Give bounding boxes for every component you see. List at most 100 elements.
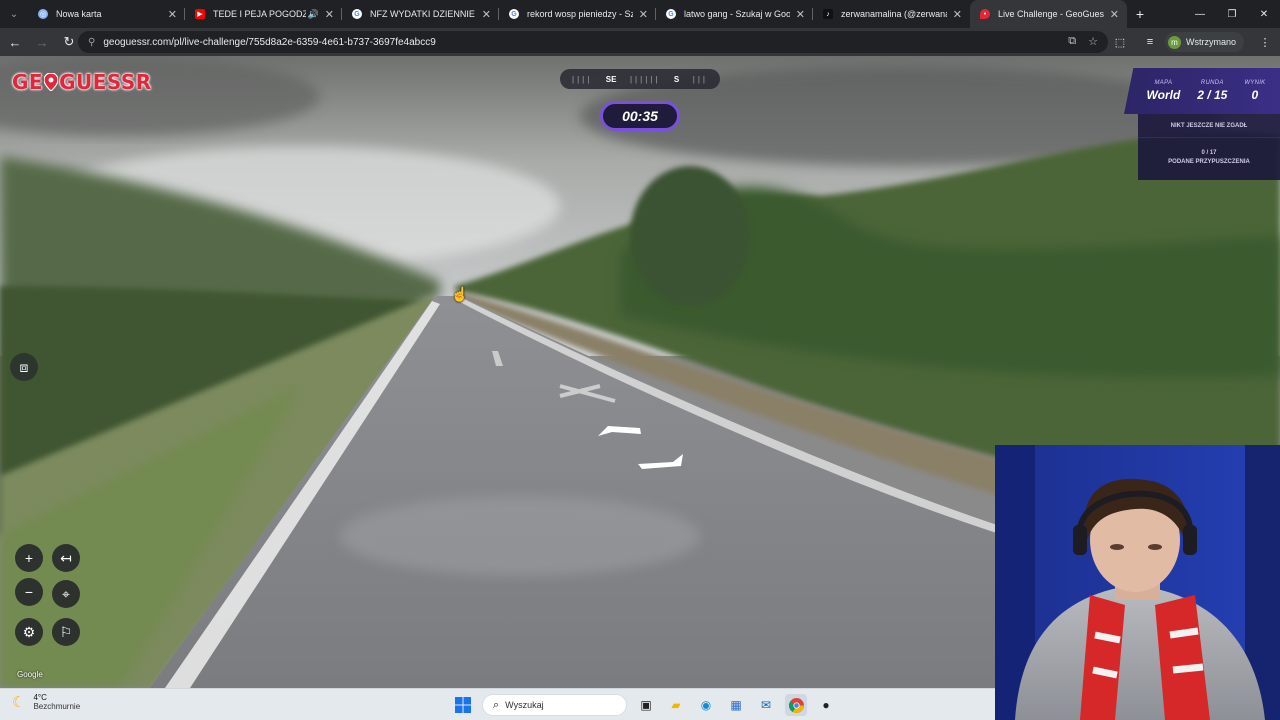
new-tab-icon[interactable]: + (1127, 6, 1153, 22)
weather-widget[interactable]: ☾ 4°C Bezchmurnie (12, 693, 80, 711)
zoom-out-button[interactable]: − (15, 578, 43, 606)
search-placeholder: Wyszukaj (505, 700, 544, 710)
moon-icon: ☾ (12, 694, 26, 711)
tab-nfz[interactable]: G NFZ WYDATKI DZIENNIE - Szuk ✕ (342, 0, 499, 28)
streaming-app-icon[interactable]: ● (815, 694, 837, 716)
tab-close-icon[interactable]: ✕ (639, 8, 648, 21)
taskbar-apps: ⌕ Wyszukaj ▣ ▰ ◉ ▦ ✉ ● (452, 694, 837, 716)
google-icon: G (666, 9, 676, 19)
speaker-icon[interactable]: 🔊 (308, 9, 319, 20)
outlook-icon[interactable]: ✉ (755, 694, 777, 716)
bookmark-star-icon[interactable]: ☆ (1088, 35, 1098, 48)
tab-title: rekord wosp pieniedzy - Szukaj (527, 9, 633, 19)
map-value: World (1146, 88, 1181, 102)
undo-move-icon[interactable]: ↤ (52, 544, 80, 572)
flag-icon[interactable]: ⚐ (52, 618, 80, 646)
guesses-counter: 0 / 17 PODANE PRZYPUSZCZENIA (1138, 138, 1280, 180)
window-controls: — ❐ ✕ (1184, 0, 1280, 28)
weather-desc: Bezchmurnie (33, 702, 81, 711)
game-status-panel: MAPA World RUNDA 2 / 15 WYNIK 0 NIKT JES… (1124, 68, 1280, 180)
address-bar[interactable]: ⚲ geoguessr.com/pl/live-challenge/755d8a… (78, 31, 1108, 53)
tab-title: NFZ WYDATKI DZIENNIE - Szuk (370, 9, 476, 19)
compass-bar: |||| SE |||||| S ||| (560, 69, 720, 89)
tab-rekord-wosp[interactable]: G rekord wosp pieniedzy - Szukaj ✕ (499, 0, 656, 28)
extensions-icon[interactable]: ⬚ (1105, 36, 1135, 49)
tab-title: Live Challenge - GeoGuessr (998, 9, 1104, 19)
tab-close-icon[interactable]: ✕ (953, 8, 962, 21)
tab-tiktok[interactable]: ♪ zerwanamalina (@zerwanamali ✕ (813, 0, 970, 28)
browser-tab-strip: ⌄ ◎ Nowa karta ✕ ▶ TEDE I PEJA POGODZENI… (0, 0, 1280, 28)
tab-search-icon[interactable]: ⌄ (0, 0, 28, 28)
tab-close-icon[interactable]: ✕ (796, 8, 805, 21)
chrome-icon[interactable] (785, 694, 807, 716)
tab-latwo-gang[interactable]: G latwo gang - Szukaj w Google ✕ (656, 0, 813, 28)
round-value: 2 / 15 (1197, 88, 1228, 102)
windows-start-icon[interactable] (452, 694, 474, 716)
site-info-icon[interactable]: ⚲ (88, 37, 95, 48)
score-label: WYNIK (1244, 80, 1266, 86)
settings-gear-icon[interactable]: ⚙ (15, 618, 43, 646)
map-stat: MAPA World (1147, 80, 1181, 102)
hand-cursor-icon: ☝ (451, 286, 469, 302)
tab-nowa-karta[interactable]: ◎ Nowa karta ✕ (28, 0, 185, 28)
weather-temp: 4°C (33, 693, 47, 702)
tab-close-icon[interactable]: ✕ (1110, 8, 1119, 21)
avatar: m (1167, 35, 1181, 49)
tab-close-icon[interactable]: ✕ (482, 8, 491, 21)
google-icon: G (352, 9, 362, 19)
tab-live-challenge[interactable]: • Live Challenge - GeoGuessr ✕ (970, 0, 1127, 28)
url-text: geoguessr.com/pl/live-challenge/755d8a2e… (103, 36, 436, 48)
score-stat: WYNIK 0 (1244, 80, 1265, 102)
map-label: MAPA (1154, 80, 1173, 86)
round-stat: RUNDA 2 / 15 (1197, 80, 1227, 102)
geoguessr-logo[interactable]: GE GUESSR (12, 70, 152, 94)
file-explorer-icon[interactable]: ▰ (665, 694, 687, 716)
edge-icon[interactable]: ◉ (695, 694, 717, 716)
compass-heading-s: S (673, 74, 680, 84)
compass-heading-se: SE (605, 74, 617, 84)
tab-youtube[interactable]: ▶ TEDE I PEJA POGODZENI? | 🔊 ✕ (185, 0, 342, 28)
restore-icon[interactable]: ❐ (1216, 0, 1248, 28)
windows-taskbar: ☾ 4°C Bezchmurnie ⌕ Wyszukaj ▣ ▰ ◉ ▦ ✉ ● (0, 688, 995, 720)
cast-icon[interactable]: ⧉ (1068, 35, 1076, 48)
youtube-icon: ▶ (195, 9, 205, 19)
map-layers-icon[interactable]: ⧈ (10, 353, 38, 381)
geoguessr-icon: • (980, 9, 990, 19)
nobody-guessed-text: NIKT JESZCZE NIE ZGADŁ (1138, 114, 1280, 138)
compass-ticks: |||||| (629, 74, 661, 84)
tab-title: latwo gang - Szukaj w Google (684, 9, 790, 19)
task-view-icon[interactable]: ▣ (635, 694, 657, 716)
round-timer: 00:35 (600, 101, 680, 131)
tiktok-icon: ♪ (823, 9, 833, 19)
compass-ticks: |||| (572, 74, 593, 84)
tab-close-icon[interactable]: ✕ (168, 8, 177, 21)
tab-title: Nowa karta (56, 9, 102, 19)
round-label: RUNDA (1200, 80, 1224, 86)
back-arrow-icon[interactable]: ← (3, 30, 27, 54)
guesses-count: 0 / 17 (1201, 150, 1217, 156)
google-icon: G (509, 9, 519, 19)
google-attribution: Google (17, 670, 43, 679)
logo-text-left: GE (12, 70, 44, 94)
location-pin-icon (44, 73, 59, 91)
browser-toolbar: ← → ↻ ⚲ geoguessr.com/pl/live-challenge/… (0, 28, 1280, 56)
zoom-in-button[interactable]: + (15, 544, 43, 572)
store-icon[interactable]: ▦ (725, 694, 747, 716)
streamer-camera-image (995, 445, 1280, 720)
globe-icon: ◎ (38, 9, 48, 19)
close-icon[interactable]: ✕ (1248, 0, 1280, 28)
profile-label: Wstrzymano (1185, 37, 1236, 47)
profile-button[interactable]: m Wstrzymano (1164, 32, 1244, 52)
webcam-overlay (995, 445, 1280, 720)
minimize-icon[interactable]: — (1184, 0, 1216, 28)
tab-close-icon[interactable]: ✕ (325, 8, 334, 21)
forward-arrow-icon[interactable]: → (30, 30, 54, 54)
logo-text-right: GUESSR (59, 70, 152, 94)
taskbar-search[interactable]: ⌕ Wyszukaj (482, 694, 627, 716)
compass-ticks: ||| (692, 74, 708, 84)
media-queue-icon[interactable]: ≡ (1135, 36, 1165, 48)
score-value: 0 (1251, 88, 1259, 102)
search-icon: ⌕ (493, 698, 500, 711)
menu-dots-icon[interactable]: ⋮ (1250, 36, 1280, 49)
return-to-start-icon[interactable]: ⌖ (52, 580, 80, 608)
